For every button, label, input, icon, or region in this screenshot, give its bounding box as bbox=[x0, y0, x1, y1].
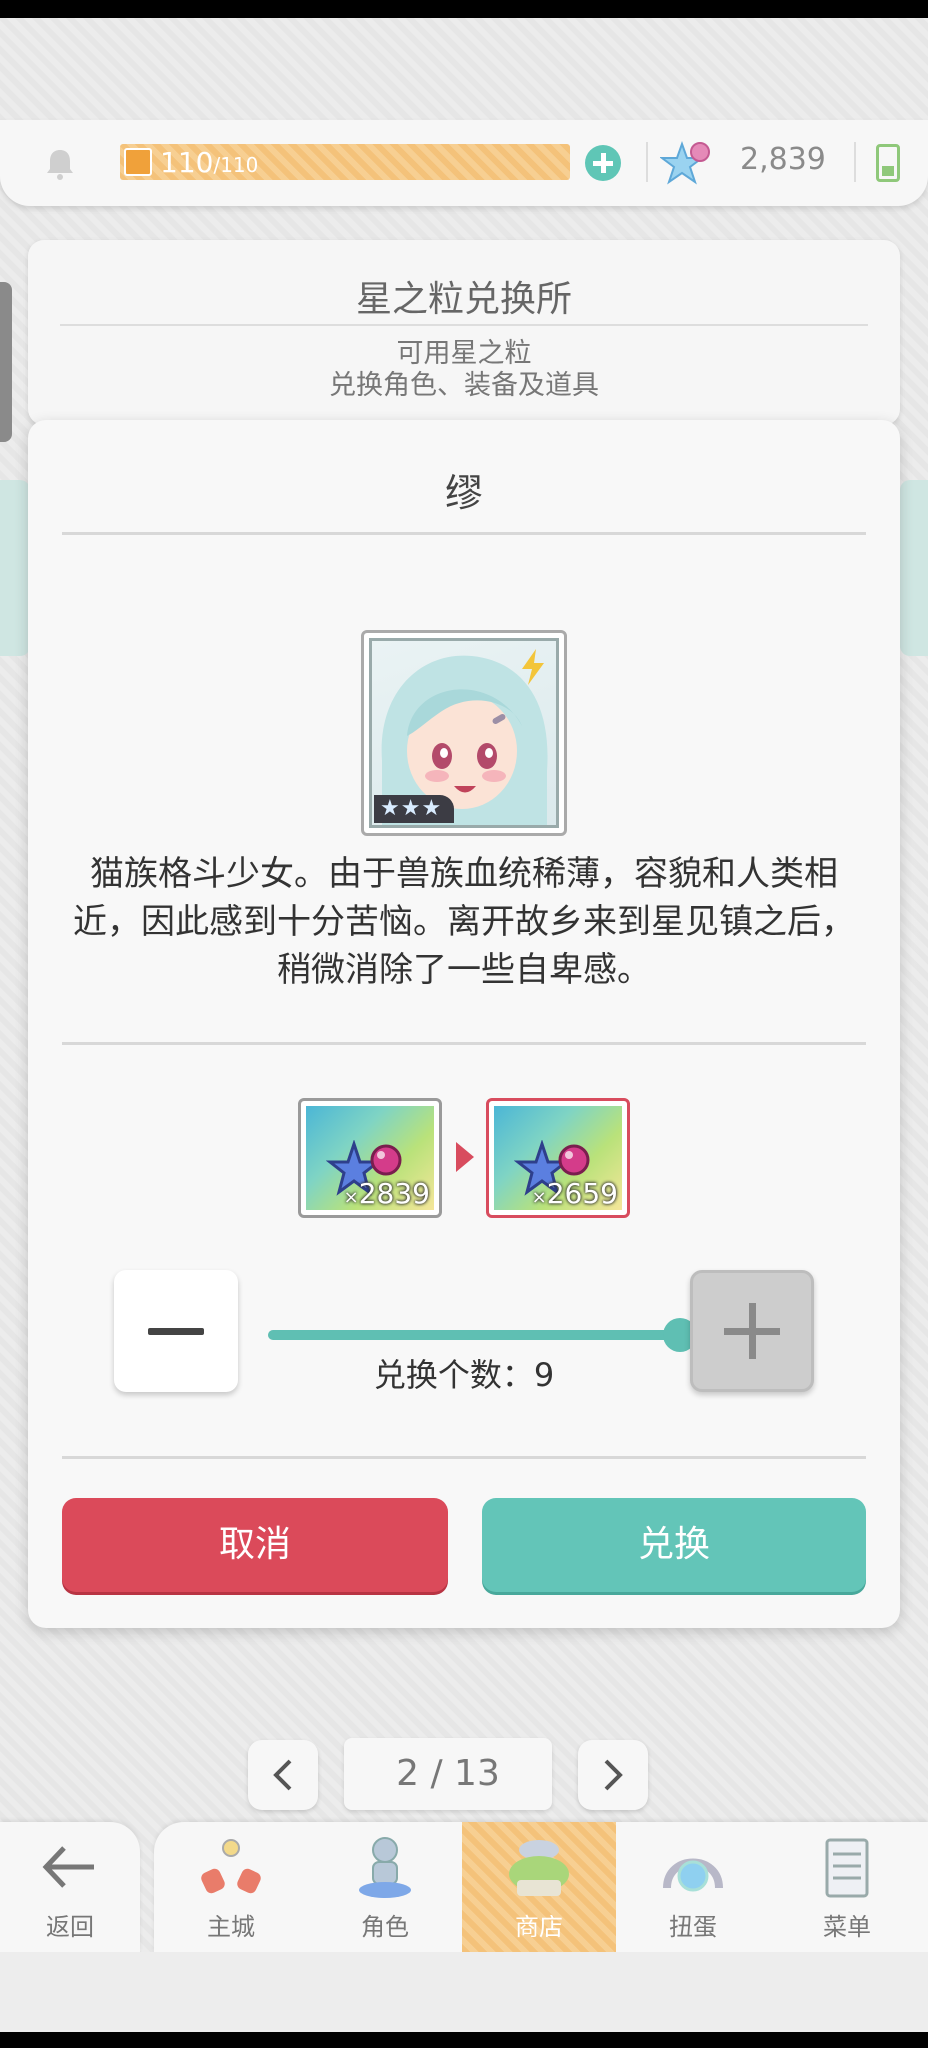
nav-back-label: 返回 bbox=[46, 1913, 94, 1941]
exchange-to-item: ×2659 bbox=[486, 1098, 630, 1218]
quantity-label: 兑换个数：9 bbox=[373, 1356, 555, 1394]
nav-label: 商店 bbox=[515, 1913, 563, 1941]
menu-icon bbox=[825, 1838, 869, 1898]
character-portrait[interactable]: ★★★ bbox=[361, 630, 567, 836]
stamina-current: 110 bbox=[160, 146, 214, 179]
arrow-left-icon bbox=[42, 1846, 94, 1888]
divider bbox=[62, 1456, 866, 1459]
side-card-right bbox=[900, 480, 928, 656]
system-nav-bar bbox=[0, 2032, 928, 2048]
divider bbox=[62, 1042, 866, 1045]
star-grain-image: ×2839 bbox=[306, 1106, 434, 1210]
stamina-value: 110/110 bbox=[160, 146, 258, 179]
bolt-icon bbox=[124, 148, 152, 176]
quantity-slider[interactable] bbox=[268, 1318, 697, 1352]
resource-bar: 110/110 2,839 bbox=[0, 120, 928, 206]
count-prefix: × bbox=[531, 1187, 547, 1208]
stamina-max: /110 bbox=[213, 153, 259, 177]
slider-fill bbox=[268, 1330, 680, 1340]
bottom-strip bbox=[0, 1952, 928, 2032]
exchange-dialog: 缪 ★★★ 猫族格斗少女。由于兽族血统稀薄，容貌和人类相近，因此感到十分苦恼。离… bbox=[28, 420, 900, 1628]
bottom-nav: 返回 主城 角色 商店 扭蛋 菜单 bbox=[0, 1822, 928, 1952]
divider bbox=[646, 142, 648, 182]
nav-main: 主城 角色 商店 扭蛋 菜单 bbox=[154, 1822, 928, 1952]
star-grain-image: ×2659 bbox=[494, 1106, 622, 1210]
divider bbox=[854, 142, 856, 182]
nav-item-character[interactable]: 角色 bbox=[308, 1822, 462, 1952]
shop-subtitle-line2: 兑换角色、装备及道具 bbox=[329, 370, 599, 401]
count-prefix: × bbox=[343, 1187, 359, 1208]
next-page-button[interactable] bbox=[578, 1740, 648, 1810]
side-card-left bbox=[0, 480, 30, 656]
character-description: 猫族格斗少女。由于兽族血统稀薄，容貌和人类相近，因此感到十分苦恼。离开故乡来到星… bbox=[73, 854, 855, 990]
nav-item-castle[interactable]: 主城 bbox=[154, 1822, 308, 1952]
chevron-left-icon bbox=[273, 1759, 292, 1791]
page-indicator: 2 / 13 bbox=[344, 1738, 552, 1810]
battery-icon bbox=[876, 144, 900, 182]
exchange-to-count: ×2659 bbox=[532, 1177, 618, 1210]
shop-subtitle: 可用星之粒 兑换角色、装备及道具 bbox=[28, 338, 900, 402]
dialog-title: 缪 bbox=[444, 471, 483, 515]
count-value: 2659 bbox=[546, 1177, 618, 1210]
shop-icon bbox=[509, 1840, 569, 1896]
nav-item-shop[interactable]: 商店 bbox=[462, 1822, 616, 1952]
side-tab bbox=[0, 282, 12, 442]
nav-back-button[interactable]: 返回 bbox=[0, 1822, 140, 1952]
lightning-icon bbox=[522, 649, 544, 685]
prev-page-button[interactable] bbox=[248, 1740, 318, 1810]
nav-label: 角色 bbox=[361, 1913, 409, 1941]
stars-count: 2,839 bbox=[740, 142, 826, 177]
nav-label: 扭蛋 bbox=[669, 1913, 717, 1941]
bell-icon[interactable] bbox=[42, 146, 78, 182]
rarity-stars: ★★★ bbox=[374, 795, 454, 823]
arrow-right-icon bbox=[456, 1142, 474, 1172]
gacha-icon bbox=[663, 1858, 723, 1892]
shop-subtitle-line1: 可用星之粒 bbox=[396, 338, 532, 369]
divider bbox=[62, 532, 866, 535]
nav-item-gacha[interactable]: 扭蛋 bbox=[616, 1822, 770, 1952]
chevron-right-icon bbox=[604, 1759, 623, 1791]
stamina-bar: 110/110 bbox=[120, 144, 570, 180]
exchange-button[interactable]: 兑换 bbox=[482, 1498, 866, 1592]
count-value: 2839 bbox=[358, 1177, 430, 1210]
exchange-from-count: ×2839 bbox=[344, 1177, 430, 1210]
nav-label: 菜单 bbox=[823, 1913, 871, 1941]
cancel-button[interactable]: 取消 bbox=[62, 1498, 448, 1592]
castle-icon bbox=[201, 1839, 261, 1894]
character-icon bbox=[359, 1837, 411, 1898]
portrait-art: ★★★ bbox=[369, 638, 559, 828]
star-gem-icon bbox=[660, 141, 710, 185]
shop-title: 星之粒兑换所 bbox=[355, 279, 572, 320]
nav-item-menu[interactable]: 菜单 bbox=[770, 1822, 924, 1952]
exchange-from-item: ×2839 bbox=[298, 1098, 442, 1218]
shop-header-card: 星之粒兑换所 可用星之粒 兑换角色、装备及道具 bbox=[28, 240, 900, 425]
status-bar bbox=[0, 0, 928, 18]
divider bbox=[60, 324, 868, 326]
nav-label: 主城 bbox=[207, 1913, 255, 1941]
add-stamina-button[interactable] bbox=[585, 145, 621, 181]
